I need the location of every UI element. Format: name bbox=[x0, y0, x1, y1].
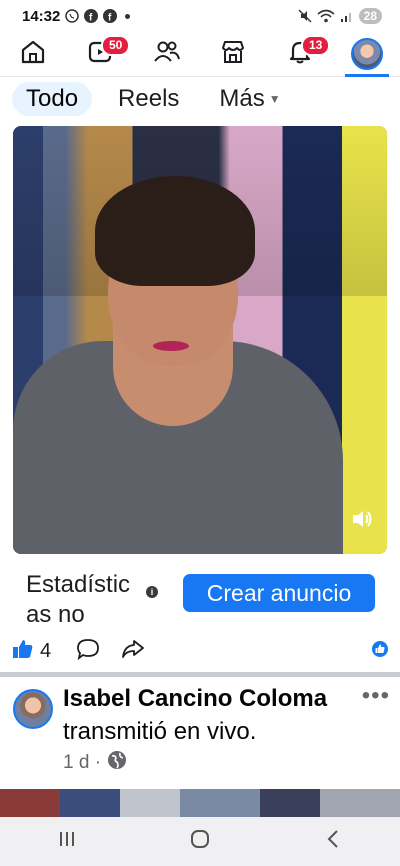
system-navigation-bar bbox=[0, 817, 400, 866]
top-navigation: 50 13 bbox=[0, 32, 400, 77]
home-button[interactable] bbox=[170, 822, 230, 862]
mute-icon bbox=[298, 9, 312, 23]
reactions-bar: 4 bbox=[0, 630, 400, 670]
comment-button[interactable] bbox=[76, 638, 100, 665]
like-button[interactable]: 4 bbox=[12, 638, 51, 665]
create-ad-button[interactable]: Crear anuncio bbox=[183, 574, 375, 612]
globe-icon bbox=[107, 750, 127, 776]
post-meta: 1 d · bbox=[63, 750, 127, 776]
caret-down-icon: ▼ bbox=[268, 92, 281, 106]
filter-reels[interactable]: Reels bbox=[104, 82, 193, 116]
home-icon bbox=[20, 39, 46, 70]
filter-all[interactable]: Todo bbox=[12, 82, 93, 116]
video-player[interactable] bbox=[13, 126, 387, 554]
home-circle-icon bbox=[190, 829, 210, 854]
wifi-icon bbox=[317, 9, 335, 23]
post-time[interactable]: 1 d · bbox=[63, 752, 101, 774]
filter-more[interactable]: Más ▼ bbox=[205, 82, 294, 116]
more-options-icon[interactable]: ••• bbox=[362, 682, 390, 710]
stats-text: Estadísticas no bbox=[26, 571, 131, 622]
signal-icon bbox=[340, 9, 354, 23]
nav-friends[interactable] bbox=[141, 32, 193, 76]
more-notifications-dot bbox=[125, 13, 131, 19]
facebook-icon: f bbox=[84, 9, 99, 23]
info-icon[interactable]: i bbox=[146, 586, 158, 598]
avatar[interactable] bbox=[13, 689, 53, 729]
nav-marketplace[interactable] bbox=[207, 32, 259, 76]
video-person-hair bbox=[95, 176, 255, 286]
nav-notifications[interactable]: 13 bbox=[274, 32, 331, 76]
marketplace-icon bbox=[220, 39, 246, 70]
battery-indicator: 28 bbox=[358, 8, 382, 24]
post-stats-row: Estadísticas no i Crear anuncio bbox=[0, 560, 400, 622]
whatsapp-icon bbox=[65, 9, 80, 23]
friends-icon bbox=[153, 39, 181, 70]
status-time: 14:32 bbox=[22, 7, 61, 25]
share-icon bbox=[121, 640, 145, 664]
next-post-preview-image[interactable] bbox=[0, 789, 400, 817]
facebook-icon: f bbox=[103, 9, 118, 23]
like-reaction-icon bbox=[372, 641, 388, 657]
video-badge: 50 bbox=[100, 35, 131, 56]
nav-profile[interactable] bbox=[341, 32, 393, 77]
avatar bbox=[350, 38, 383, 70]
back-icon bbox=[326, 829, 340, 854]
recents-icon bbox=[57, 830, 77, 853]
recents-button[interactable] bbox=[37, 822, 97, 862]
feed-filters: Todo Reels Más ▼ bbox=[0, 76, 400, 122]
video-person-lips bbox=[153, 341, 189, 351]
filter-more-label: Más bbox=[219, 85, 265, 112]
post-author-name[interactable]: Isabel Cancino Coloma bbox=[63, 685, 327, 713]
post-action-text: transmitió en vivo. bbox=[63, 718, 257, 745]
back-button[interactable] bbox=[303, 822, 363, 862]
comment-icon bbox=[76, 639, 100, 664]
status-bar: 14:32 f f 28 bbox=[0, 0, 400, 32]
live-post: Isabel Cancino Coloma ••• transmitió en … bbox=[0, 677, 400, 789]
like-count: 4 bbox=[40, 640, 52, 662]
thumbs-up-icon bbox=[12, 638, 34, 665]
volume-icon[interactable] bbox=[349, 506, 375, 532]
share-button[interactable] bbox=[121, 638, 145, 665]
nav-home[interactable] bbox=[7, 32, 59, 76]
notifications-badge: 13 bbox=[300, 35, 331, 56]
nav-video[interactable]: 50 bbox=[74, 32, 131, 76]
